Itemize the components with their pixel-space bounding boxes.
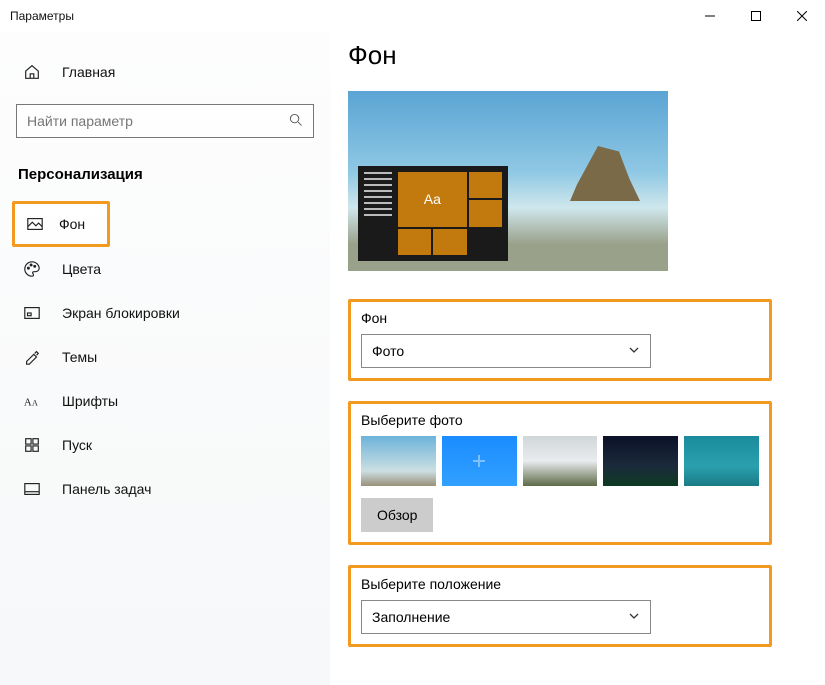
chevron-down-icon	[628, 343, 640, 359]
start-icon	[22, 436, 42, 454]
themes-icon	[22, 348, 42, 366]
home-icon	[22, 63, 42, 81]
background-type-select[interactable]: Фото	[361, 334, 651, 368]
choose-fit-group: Выберите положение Заполнение	[348, 565, 772, 647]
choose-photo-group: Выберите фото Обзор	[348, 401, 772, 545]
sidebar-item-label: Цвета	[62, 261, 101, 277]
preview-start-mock: Aa	[358, 166, 508, 261]
sidebar-item-start[interactable]: Пуск	[0, 423, 330, 467]
sidebar-item-label: Экран блокировки	[62, 305, 180, 321]
photo-thumb[interactable]	[684, 436, 759, 486]
home-link[interactable]: Главная	[0, 50, 330, 94]
sidebar-item-background[interactable]: Фон	[15, 204, 107, 244]
sidebar-item-label: Шрифты	[62, 393, 118, 409]
sidebar-item-label: Панель задач	[62, 481, 151, 497]
background-type-group: Фон Фото	[348, 299, 772, 381]
window-title: Параметры	[10, 9, 74, 23]
fit-label: Выберите положение	[361, 576, 759, 592]
background-preview: Aa	[348, 91, 668, 271]
sidebar-item-fonts[interactable]: AA Шрифты	[0, 379, 330, 423]
sidebar-item-colors[interactable]: Цвета	[0, 247, 330, 291]
minimize-button[interactable]	[687, 0, 733, 32]
preview-tile-text: Aa	[398, 172, 467, 227]
photo-thumb[interactable]	[442, 436, 517, 486]
browse-button[interactable]: Обзор	[361, 498, 433, 532]
palette-icon	[22, 260, 42, 278]
maximize-button[interactable]	[733, 0, 779, 32]
section-header: Персонализация	[0, 156, 330, 201]
search-icon	[289, 113, 303, 130]
svg-text:A: A	[32, 399, 38, 408]
sidebar-item-label: Темы	[62, 349, 97, 365]
close-button[interactable]	[779, 0, 825, 32]
lockscreen-icon	[22, 304, 42, 322]
fonts-icon: AA	[22, 392, 42, 410]
home-label: Главная	[62, 64, 115, 80]
sidebar: Главная Персонализация Фон Цве	[0, 32, 330, 685]
photo-thumb[interactable]	[603, 436, 678, 486]
sidebar-item-label: Пуск	[62, 437, 92, 453]
select-value: Заполнение	[372, 609, 450, 625]
sidebar-item-themes[interactable]: Темы	[0, 335, 330, 379]
bg-label: Фон	[361, 310, 759, 326]
sidebar-item-taskbar[interactable]: Панель задач	[0, 467, 330, 511]
fit-select[interactable]: Заполнение	[361, 600, 651, 634]
photo-thumb[interactable]	[523, 436, 598, 486]
chevron-down-icon	[628, 609, 640, 625]
select-value: Фото	[372, 343, 404, 359]
picture-icon	[25, 215, 45, 233]
svg-text:A: A	[24, 397, 32, 409]
titlebar: Параметры	[0, 0, 825, 32]
choose-photo-label: Выберите фото	[361, 412, 759, 428]
search-box[interactable]	[16, 104, 314, 138]
main-area: Фон Aa Фон Фото	[330, 32, 825, 685]
page-title: Фон	[348, 40, 795, 71]
search-input[interactable]	[27, 113, 289, 129]
sidebar-item-label: Фон	[59, 216, 85, 232]
sidebar-item-lockscreen[interactable]: Экран блокировки	[0, 291, 330, 335]
photo-thumb[interactable]	[361, 436, 436, 486]
taskbar-icon	[22, 480, 42, 498]
